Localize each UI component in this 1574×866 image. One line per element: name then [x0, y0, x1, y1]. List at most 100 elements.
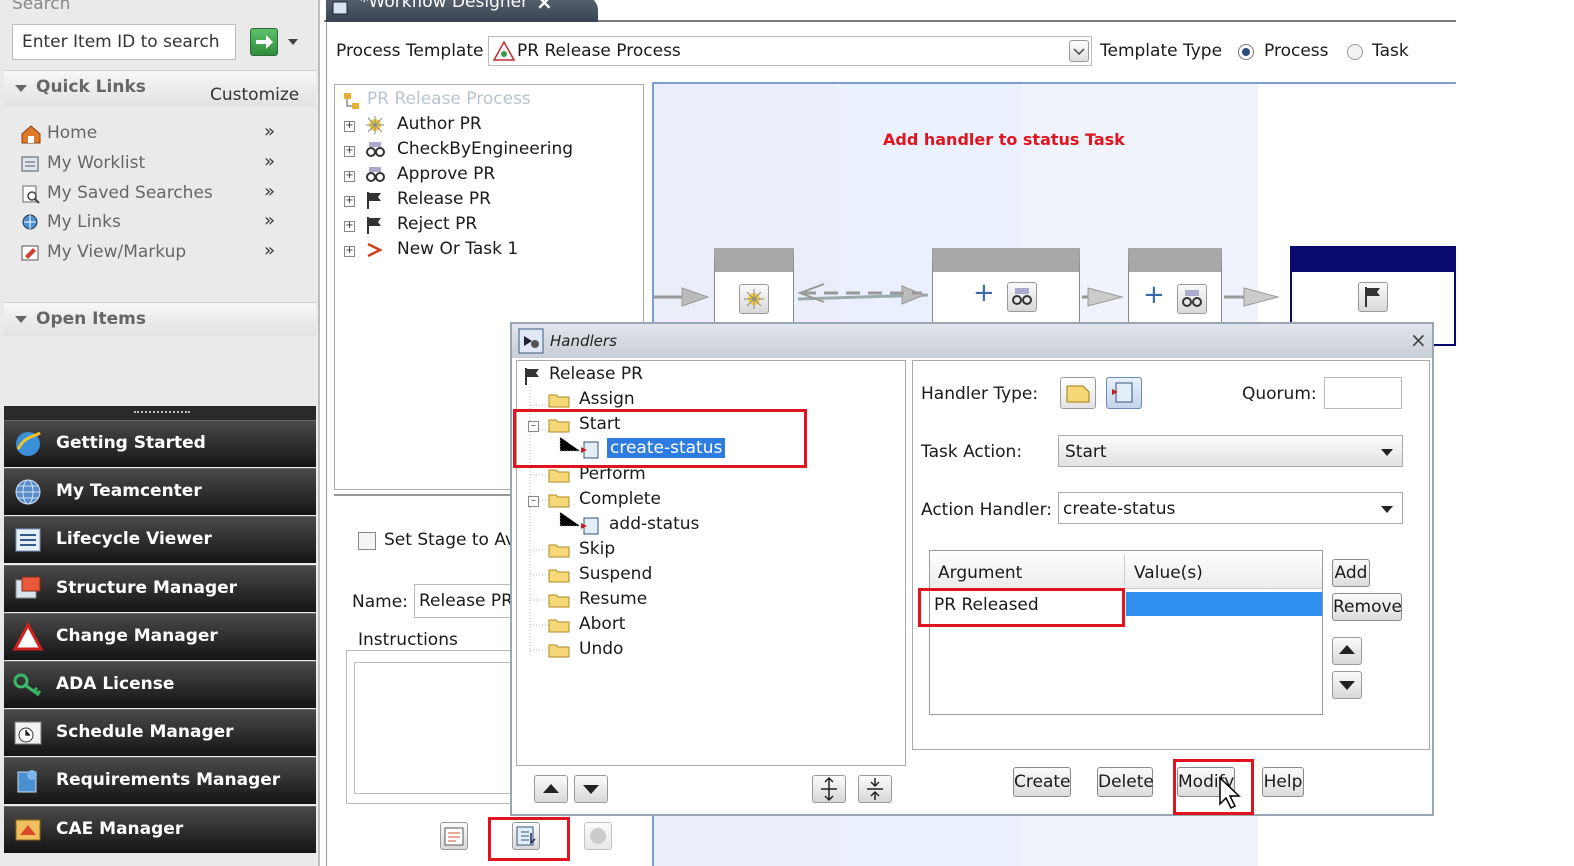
template-type-task-radio[interactable] [1347, 44, 1363, 60]
close-icon[interactable]: × [1410, 328, 1427, 352]
collapse-arrow-icon[interactable] [14, 313, 28, 327]
task-attributes-button[interactable] [440, 822, 468, 850]
action-handler-icon [1066, 385, 1090, 403]
tree-move-up-button[interactable] [534, 775, 568, 803]
process-tree-item-label: New Or Task 1 [397, 239, 519, 259]
handler-type-rule-button[interactable] [1106, 377, 1142, 409]
chevrons-right-icon: » [264, 121, 276, 142]
task-node-author[interactable] [714, 248, 794, 328]
quick-link-markup[interactable]: My View/Markup » [20, 240, 310, 266]
delete-button[interactable]: Delete [1097, 767, 1154, 797]
expand-all-icon [821, 776, 837, 802]
expand-icon[interactable]: + [344, 246, 355, 257]
task-action-label: Task Action: [921, 442, 1023, 462]
task-node-icon [739, 284, 769, 314]
arrow-down-icon [1339, 681, 1355, 690]
chevrons-right-icon: » [264, 240, 276, 261]
nav-splitter-handle[interactable] [4, 406, 316, 420]
search-go-button[interactable] [250, 28, 278, 56]
close-icon[interactable]: × [536, 0, 553, 14]
process-template-icon [493, 40, 515, 61]
open-items-title: Open Items [36, 309, 146, 329]
collapse-arrow-icon[interactable] [14, 82, 28, 96]
argument-up-button[interactable] [1332, 637, 1362, 665]
flag-icon [525, 368, 539, 385]
flag-icon [367, 192, 381, 209]
name-field[interactable]: Release PR [414, 584, 514, 618]
folder-icon [548, 394, 570, 408]
search-options-dropdown[interactable] [286, 34, 300, 48]
collapse-icon[interactable]: – [528, 496, 539, 507]
review-task-icon [1182, 290, 1202, 307]
schedule-icon [14, 721, 42, 745]
task-node-approve[interactable]: + [1128, 248, 1222, 328]
highlight-argument [918, 588, 1125, 627]
handlers-dialog-title: Handlers [550, 332, 617, 350]
nav-schedule-manager[interactable]: Schedule Manager [4, 709, 316, 756]
nav-getting-started[interactable]: Getting Started [4, 420, 316, 467]
handlers-tree-label: Undo [579, 639, 624, 659]
nav-my-teamcenter[interactable]: My Teamcenter [4, 468, 316, 515]
template-type-process-radio[interactable] [1238, 44, 1254, 60]
saved-search-icon [22, 185, 40, 204]
instructions-textarea[interactable] [354, 662, 514, 794]
add-icon[interactable]: + [973, 278, 995, 308]
quick-links-title: Quick Links [36, 77, 146, 97]
nav-label: Change Manager [56, 626, 218, 646]
viewer-icon [15, 528, 41, 552]
set-stage-checkbox[interactable] [358, 532, 376, 550]
task-node-check[interactable]: + [932, 248, 1080, 328]
expand-icon[interactable]: + [344, 146, 355, 157]
expand-icon[interactable]: + [344, 121, 355, 132]
tree-collapse-button[interactable] [858, 775, 892, 803]
flag-icon [367, 217, 381, 234]
nav-requirements-manager[interactable]: Requirements Manager [4, 757, 316, 804]
nav-lifecycle-viewer[interactable]: Lifecycle Viewer [4, 516, 316, 563]
action-handler-value: create-status [1063, 499, 1176, 519]
argument-down-button[interactable] [1332, 671, 1362, 699]
template-type-label: Template Type [1100, 41, 1223, 61]
expand-icon[interactable]: + [344, 171, 355, 182]
tree-move-down-button[interactable] [574, 775, 608, 803]
process-tree-item-label: Author PR [397, 114, 482, 134]
quick-link-home[interactable]: Home » [20, 121, 310, 147]
collapse-all-icon [867, 778, 883, 800]
expand-icon[interactable]: + [344, 196, 355, 207]
nav-label: My Teamcenter [56, 481, 202, 501]
customize-link[interactable]: Customize [210, 85, 299, 105]
nav-label: CAE Manager [56, 819, 184, 839]
quick-link-links[interactable]: My Links » [20, 210, 310, 236]
add-argument-button[interactable]: Add [1332, 559, 1370, 587]
quick-link-saved-searches[interactable]: My Saved Searches » [20, 181, 310, 207]
arrow-right-icon [256, 35, 273, 49]
nav-ada-license[interactable]: ADA License [4, 661, 316, 708]
process-template-dropdown[interactable] [1069, 40, 1089, 62]
folder-icon [548, 619, 570, 633]
nav-structure-manager[interactable]: Structure Manager [4, 565, 316, 612]
review-task-icon [1012, 288, 1032, 305]
action-handler-select[interactable]: create-status [1058, 492, 1403, 524]
search-header: Search [12, 0, 71, 14]
chevrons-right-icon: » [264, 181, 276, 202]
quorum-input[interactable] [1324, 377, 1402, 409]
remove-argument-button[interactable]: Remove [1332, 593, 1402, 621]
tree-expand-button[interactable] [812, 775, 846, 803]
handler-type-action-button[interactable] [1060, 377, 1096, 409]
search-input[interactable]: Enter Item ID to search [12, 24, 236, 60]
folder-icon [548, 469, 570, 483]
task-signoff-button[interactable] [584, 822, 612, 850]
nav-cae-manager[interactable]: CAE Manager [4, 806, 316, 853]
create-button[interactable]: Create [1013, 767, 1071, 797]
nav-label: Structure Manager [56, 578, 238, 598]
chevron-down-icon [1381, 449, 1393, 456]
nav-change-manager[interactable]: Change Manager [4, 613, 316, 660]
values-cell[interactable] [1126, 592, 1322, 616]
designer-tab[interactable]: *Workflow Designer × [326, 0, 598, 22]
process-template-select[interactable]: PR Release Process [488, 36, 1092, 66]
add-icon[interactable]: + [1143, 280, 1165, 310]
help-button[interactable]: Help [1262, 767, 1304, 797]
quick-link-worklist[interactable]: My Worklist » [20, 151, 310, 177]
task-action-select[interactable]: Start [1058, 435, 1403, 467]
expand-icon[interactable]: + [344, 221, 355, 232]
structure-icon [15, 576, 41, 599]
